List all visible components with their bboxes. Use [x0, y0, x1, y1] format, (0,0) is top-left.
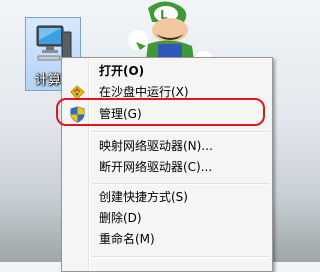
menu-item-disconnect-network-drive[interactable]: 断开网络驱动器(C)... — [64, 157, 270, 178]
menu-item-rename[interactable]: 重命名(M) — [64, 229, 270, 250]
menu-separator — [92, 131, 269, 133]
menu-item-label: 重命名(M) — [99, 232, 155, 246]
context-menu: 打开(O) 在沙盘中运行(X) 管理(G) 映射网络驱动器(N)... 断开网络… — [61, 57, 273, 272]
menu-item-delete[interactable]: 删除(D) — [64, 208, 270, 229]
menu-separator — [92, 183, 269, 185]
menu-item-map-network-drive[interactable]: 映射网络驱动器(N)... — [64, 136, 270, 157]
menu-item-create-shortcut[interactable]: 创建快捷方式(S) — [64, 187, 270, 208]
menu-item-label: 断开网络驱动器(C)... — [99, 160, 213, 174]
menu-separator — [92, 256, 269, 258]
menu-item-label: 映射网络驱动器(N)... — [99, 139, 213, 153]
menu-item-open[interactable]: 打开(O) — [64, 61, 270, 82]
highlight-annotation — [56, 98, 265, 126]
menu-item-label: 打开(O) — [99, 64, 145, 78]
menu-item-label: 创建快捷方式(S) — [99, 190, 188, 204]
menu-item-label: 删除(D) — [99, 211, 142, 225]
